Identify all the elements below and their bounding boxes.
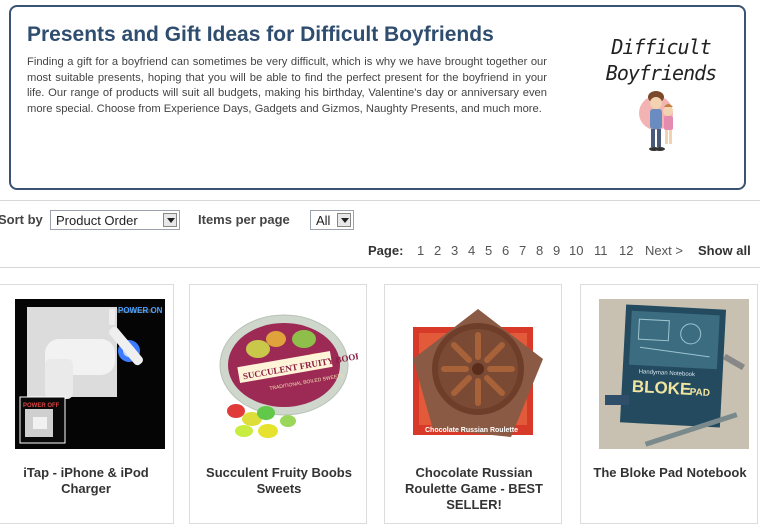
product-card-bloke-pad[interactable]: Handyman Notebook BLOKE PAD The Bloke Pa…: [580, 284, 758, 524]
category-description: Finding a gift for a boyfriend can somet…: [27, 56, 547, 115]
product-card-chocolate-roulette[interactable]: Chocolate Russian Roulette Chocolate Rus…: [384, 284, 562, 524]
chevron-down-icon[interactable]: [163, 213, 177, 227]
page-link-10[interactable]: 10: [569, 243, 583, 258]
sort-order-select[interactable]: Product Order: [50, 210, 180, 230]
category-banner: Presents and Gift Ideas for Difficult Bo…: [9, 5, 746, 190]
power-on-text: POWER ON: [118, 306, 163, 315]
chevron-down-icon[interactable]: [337, 213, 351, 227]
product-title-bloke-pad[interactable]: The Bloke Pad Notebook: [587, 465, 753, 481]
difficult-boyfriends-logo: Difficult Boyfriends: [596, 29, 726, 164]
page-label: Page:: [368, 243, 404, 258]
page-link-3[interactable]: 3: [451, 243, 458, 258]
page-link-8[interactable]: 8: [536, 243, 543, 258]
notebook-cover-title: BLOKE: [631, 377, 691, 399]
logo-line-1: Difficult: [611, 35, 711, 59]
items-per-page-select[interactable]: All: [310, 210, 354, 230]
divider-top: [0, 200, 760, 201]
page-link-1[interactable]: 1: [417, 243, 424, 258]
items-per-page-value: All: [316, 213, 331, 228]
sort-toolbar: Sort by Product Order Items per page All: [0, 203, 775, 235]
show-all-link[interactable]: Show all: [698, 243, 751, 258]
page-link-5[interactable]: 5: [485, 243, 492, 258]
product-title-fruity-sweets[interactable]: Succulent Fruity Boobs Sweets: [196, 465, 362, 497]
page-link-7[interactable]: 7: [519, 243, 526, 258]
page-link-4[interactable]: 4: [468, 243, 475, 258]
notebook-cover-title-2: PAD: [689, 387, 710, 399]
product-image-itap[interactable]: POWER ON POWER OFF: [15, 299, 165, 449]
product-card-fruity-sweets[interactable]: SUCCULENT FRUITY BOOBS TRADITIONAL BOILE…: [189, 284, 367, 524]
logo-line-2: Boyfriends: [605, 61, 717, 85]
page-link-12[interactable]: 12: [619, 243, 633, 258]
roulette-packaging-text: Chocolate Russian Roulette: [425, 427, 518, 434]
next-page-link[interactable]: Next >: [645, 243, 683, 258]
product-image-fruity-sweets[interactable]: SUCCULENT FRUITY BOOBS TRADITIONAL BOILE…: [208, 299, 358, 449]
page-link-11[interactable]: 11: [594, 243, 608, 258]
product-image-bloke-pad[interactable]: Handyman Notebook BLOKE PAD: [599, 299, 749, 449]
product-image-chocolate-roulette[interactable]: Chocolate Russian Roulette: [403, 299, 553, 449]
sort-order-value: Product Order: [56, 213, 138, 228]
sort-by-label: Sort by: [0, 212, 43, 227]
items-per-page-label: Items per page: [198, 212, 290, 227]
page-title: Presents and Gift Ideas for Difficult Bo…: [27, 23, 494, 46]
divider-bottom: [0, 267, 760, 268]
page-link-2[interactable]: 2: [434, 243, 441, 258]
product-card-itap[interactable]: POWER ON POWER OFF iTap - iPhone & iPod …: [0, 284, 174, 524]
power-off-text: POWER OFF: [23, 403, 60, 409]
page-link-9[interactable]: 9: [553, 243, 560, 258]
page-link-6[interactable]: 6: [502, 243, 509, 258]
product-title-itap[interactable]: iTap - iPhone & iPod Charger: [3, 465, 169, 497]
cartoon-couple-icon: [639, 91, 673, 151]
product-title-chocolate-roulette[interactable]: Chocolate Russian Roulette Game - BEST S…: [391, 465, 557, 513]
